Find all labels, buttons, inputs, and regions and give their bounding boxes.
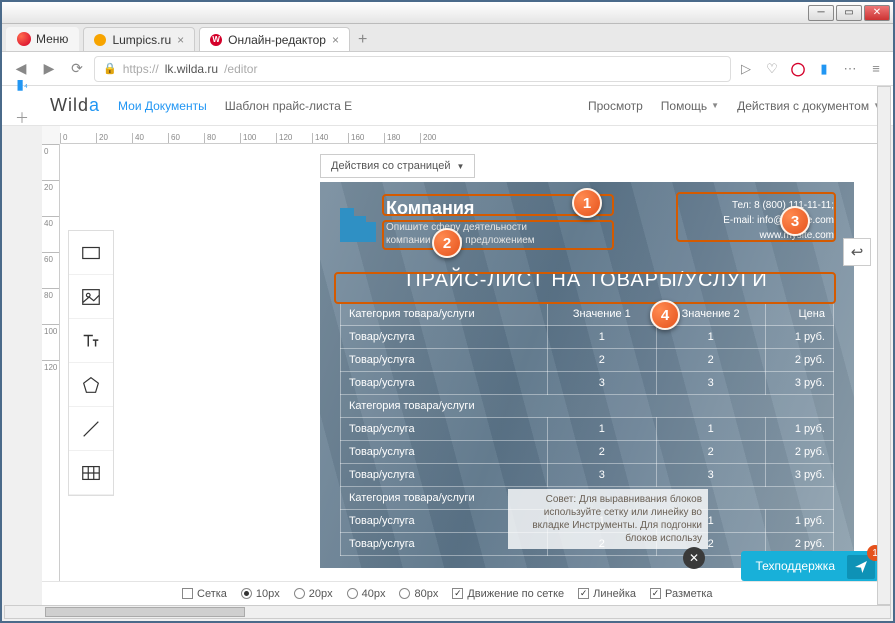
window-minimize-button[interactable]: ─ [808, 5, 834, 21]
grid-80px-radio[interactable]: 80px [399, 588, 438, 600]
highlight-box-3 [676, 192, 836, 242]
window-maximize-button[interactable]: ▭ [836, 5, 862, 21]
extension-1-icon[interactable]: ▮ [815, 60, 833, 78]
tab-editor[interactable]: W Онлайн-редактор × [199, 27, 350, 51]
tool-line[interactable] [69, 407, 113, 451]
app-header: Wilda Мои Документы Шаблон прайс-листа E… [2, 86, 893, 126]
tool-image[interactable] [69, 275, 113, 319]
table-row[interactable]: Товар/услуга333 руб. [341, 372, 834, 395]
table-row[interactable]: Товар/услуга333 руб. [341, 464, 834, 487]
grid-20px-radio[interactable]: 20px [294, 588, 333, 600]
addr-right-icons: ▷ ♡ ◯ ▮ ⋯ ≡ [737, 60, 885, 78]
th-price: Цена [765, 303, 833, 326]
tab-editor-title: Онлайн-редактор [228, 33, 326, 47]
lock-icon: 🔒 [103, 62, 117, 75]
scrollbar-horizontal[interactable] [4, 605, 891, 619]
table-category-row[interactable]: Категория товара/услуги [341, 395, 834, 418]
opera-o-icon[interactable]: ◯ [789, 60, 807, 78]
annotation-1: 1 [572, 188, 602, 218]
ruler-checkbox[interactable]: ✓Линейка [578, 588, 636, 600]
close-icon[interactable]: × [177, 33, 184, 47]
new-tab-button[interactable]: + [350, 29, 375, 51]
tool-text[interactable] [69, 319, 113, 363]
forward-button[interactable]: ▶ [38, 58, 60, 80]
th-value1: Значение 1 [547, 303, 656, 326]
bottom-toolbar: Сетка 10px 20px 40px 80px ✓Движение по с… [42, 581, 887, 605]
th-category: Категория товара/услуги [341, 303, 548, 326]
opera-menu-button[interactable]: Меню [6, 27, 79, 51]
my-documents-link[interactable]: Мои Документы [118, 99, 207, 113]
page-actions-label: Действия со страницей [331, 160, 450, 172]
wilda-logo[interactable]: Wilda [50, 95, 100, 116]
tab-strip: Меню Lumpics.ru × W Онлайн-редактор × + [2, 24, 893, 52]
preview-button[interactable]: Просмотр [588, 99, 643, 113]
grid-10px-radio[interactable]: 10px [241, 588, 280, 600]
support-widget[interactable]: Техподдержка 1 [741, 551, 879, 581]
address-input[interactable]: 🔒 https:// lk.wilda.ru/editor [94, 56, 731, 82]
extension-2-icon[interactable]: ⋯ [841, 60, 859, 78]
tool-shape[interactable] [69, 363, 113, 407]
scrollbar-vertical[interactable] [877, 86, 891, 605]
url-prefix: https:// [123, 62, 159, 76]
ruler-horizontal: 020406080100120140160180200 [60, 126, 887, 144]
hint-tooltip: Совет: Для выравнивания блоков используй… [508, 489, 708, 549]
snap-checkbox[interactable]: ✓Движение по сетке [452, 588, 564, 600]
reload-button[interactable]: ⟳ [66, 58, 88, 80]
address-bar: ◀ ▶ ⟳ 🔒 https://lk.wilda.ru/editor ▷ ♡ ◯… [2, 52, 893, 86]
annotation-2: 2 [432, 228, 462, 258]
support-label: Техподдержка [755, 559, 835, 573]
favicon-wilda: W [210, 34, 222, 46]
annotation-3: 3 [780, 206, 810, 236]
tool-table[interactable] [69, 451, 113, 495]
logo-main: Wild [50, 95, 89, 116]
highlight-box-2 [382, 220, 614, 250]
tool-rectangle[interactable] [69, 231, 113, 275]
annotation-4: 4 [650, 300, 680, 330]
tab-lumpics-title: Lumpics.ru [112, 33, 171, 47]
browser-sidebar: ▮₄ ＋ [4, 52, 40, 128]
template-name-label: Шаблон прайс-листа E [225, 99, 352, 113]
opera-icon [17, 32, 31, 46]
tool-panel [68, 230, 114, 496]
url-host: lk.wilda.ru [165, 62, 218, 76]
sidebar-add-icon[interactable]: ＋ [12, 108, 32, 128]
logo-accent: a [89, 95, 100, 116]
doc-actions-menu[interactable]: Действия с документом▼ [737, 99, 881, 113]
undo-button[interactable]: ↩ [843, 238, 871, 266]
page-actions-menu[interactable]: Действия со страницей ▼ [320, 154, 475, 178]
grid-40px-radio[interactable]: 40px [347, 588, 386, 600]
help-menu[interactable]: Помощь▼ [661, 99, 719, 113]
tab-lumpics[interactable]: Lumpics.ru × [83, 27, 195, 51]
table-row[interactable]: Товар/услуга111 руб. [341, 326, 834, 349]
scrollbar-thumb[interactable] [45, 607, 245, 617]
hint-close-button[interactable]: ✕ [683, 547, 705, 569]
vpn-icon[interactable]: ▷ [737, 60, 755, 78]
window-close-button[interactable]: ✕ [864, 5, 890, 21]
ruler-vertical: 020406080100120 [42, 144, 60, 581]
table-row[interactable]: Товар/услуга222 руб. [341, 349, 834, 372]
markup-checkbox[interactable]: ✓Разметка [650, 588, 713, 600]
table-row[interactable]: Товар/услуга111 руб. [341, 418, 834, 441]
company-logo[interactable] [340, 198, 376, 242]
bookmark-icon[interactable]: ♡ [763, 60, 781, 78]
highlight-box-4 [334, 272, 836, 304]
sidebar-toggle-icon[interactable]: ≡ [867, 60, 885, 78]
url-path: /editor [224, 62, 257, 76]
sidebar-speed-dial-icon[interactable]: ▮₄ [12, 74, 32, 94]
close-icon[interactable]: × [332, 33, 339, 47]
chevron-down-icon: ▼ [456, 162, 464, 171]
grid-checkbox[interactable]: Сетка [182, 588, 227, 600]
table-row[interactable]: Товар/услуга222 руб. [341, 441, 834, 464]
opera-menu-label: Меню [36, 32, 68, 46]
favicon-lumpics [94, 34, 106, 46]
window-chrome: ─ ▭ ✕ [2, 2, 893, 24]
